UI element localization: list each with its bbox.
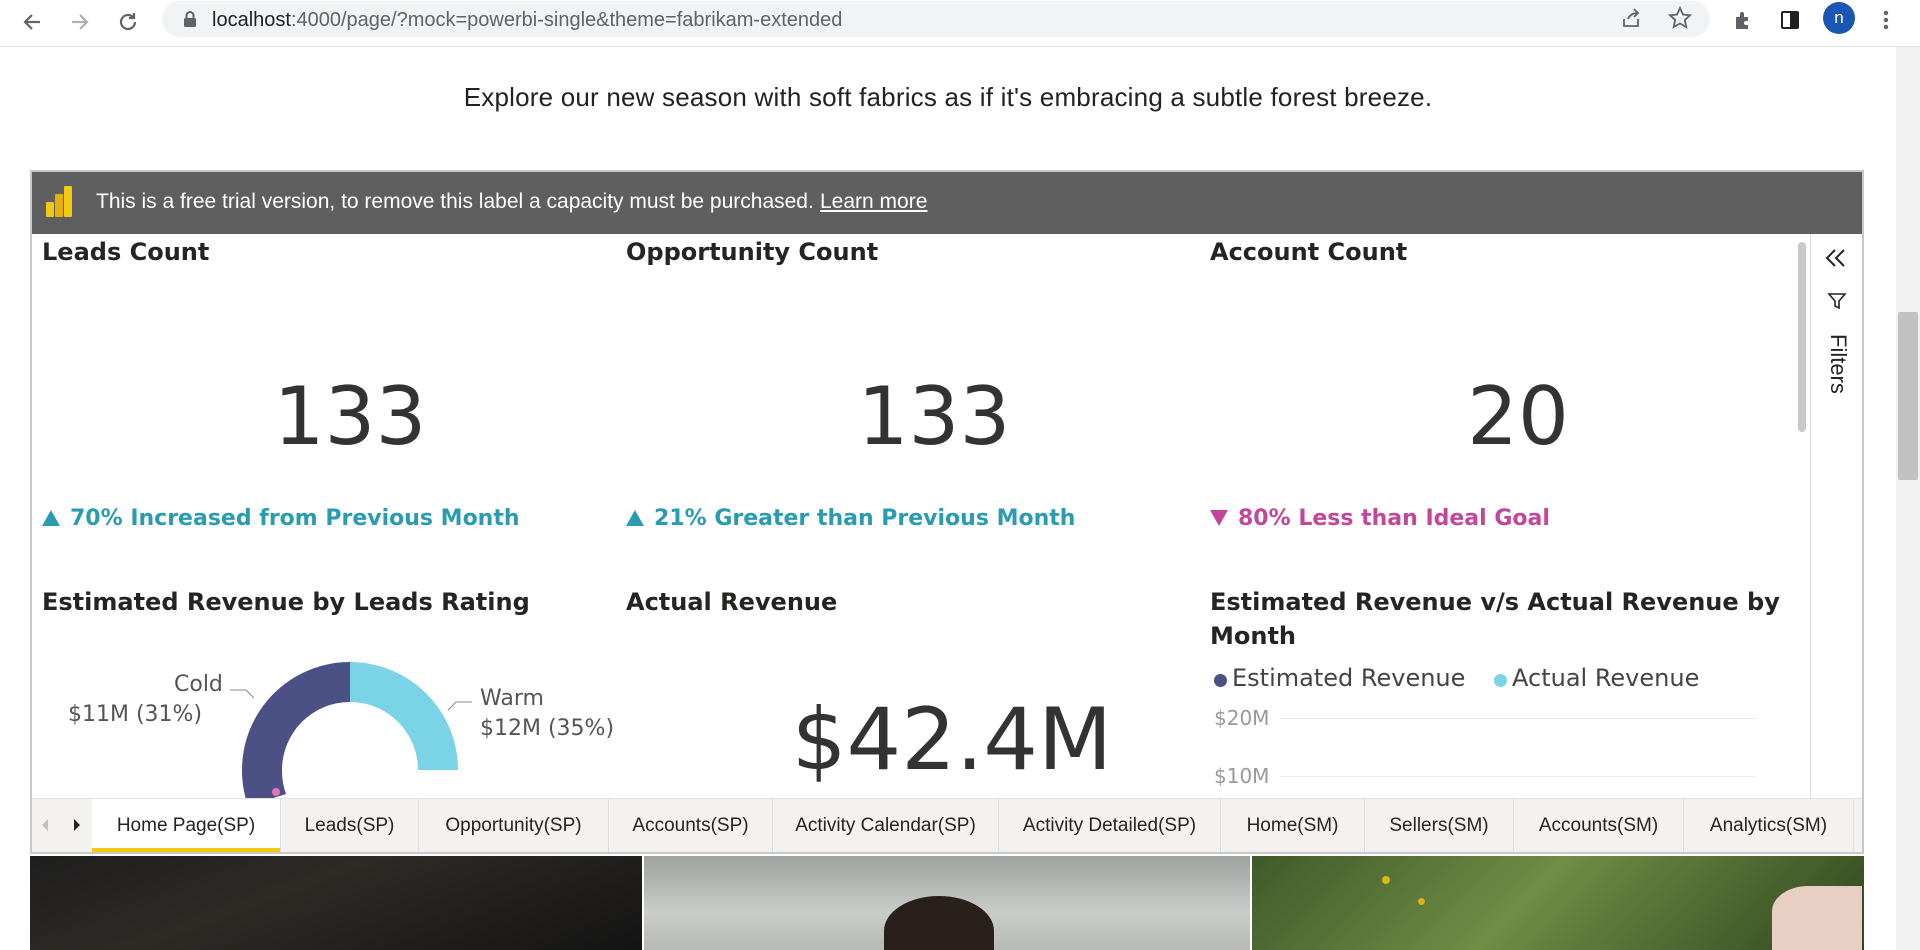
photo-portrait-hair [884, 896, 994, 950]
tab-home-sm[interactable]: Home(SM) [1221, 799, 1365, 852]
tab-analytics-sm[interactable]: Analytics(SM) [1684, 799, 1854, 852]
bookmark-star-icon[interactable] [1667, 5, 1693, 35]
warm-leader-line [447, 701, 472, 711]
collapse-double-chevron-icon[interactable] [1825, 248, 1847, 273]
page-scroll-thumb[interactable] [1898, 312, 1918, 480]
legend-dot-actual [1494, 674, 1507, 687]
learn-more-link[interactable]: Learn more [820, 190, 927, 214]
funnel-icon [1827, 292, 1847, 315]
trial-message: This is a free trial version, to remove … [96, 190, 814, 213]
url-text: localhost:4000/page/?mock=powerbi-single… [212, 9, 842, 32]
legend-estimated-revenue[interactable]: Estimated Revenue [1232, 664, 1465, 692]
triangle-down-icon [1210, 510, 1228, 526]
address-bar[interactable]: localhost:4000/page/?mock=powerbi-single… [162, 1, 1710, 37]
leads-count-title: Leads Count [42, 238, 210, 266]
report-canvas: Leads Count 133 70% Increased from Previ… [32, 234, 1810, 798]
photo-portrait [644, 856, 1250, 950]
combo-chart-title-line1: Estimated Revenue v/s Actual Revenue by [1210, 588, 1780, 616]
donut-chart[interactable] [232, 654, 472, 798]
url-host: localhost [212, 9, 291, 31]
page-scrollbar[interactable] [1896, 47, 1920, 950]
leads-count-value: 133 [273, 370, 427, 463]
tab-scroll-right-icon[interactable] [70, 817, 84, 838]
leads-trend-text: 70% Increased from Previous Month [70, 506, 520, 531]
tab-scroll-left-icon[interactable] [38, 817, 52, 838]
side-panel-icon[interactable] [1774, 4, 1806, 36]
reload-icon[interactable] [112, 6, 144, 38]
y-tick-10m: $10M [1214, 764, 1270, 788]
donut-chart-title: Estimated Revenue by Leads Rating [42, 588, 530, 616]
powerbi-logo-icon [46, 186, 72, 223]
url-path: :4000/page/?mock=powerbi-single&theme=fa… [290, 9, 843, 31]
photo-flower [1382, 876, 1390, 884]
combo-chart-title-line2: Month [1210, 622, 1297, 650]
opportunity-trend-text: 21% Greater than Previous Month [654, 506, 1076, 531]
photo-hand [1772, 886, 1862, 950]
photo-grass [1252, 856, 1864, 950]
triangle-up-icon [626, 510, 644, 526]
forward-icon[interactable] [64, 6, 96, 38]
tab-opportunity-sp[interactable]: Opportunity(SP) [419, 799, 609, 852]
account-count-value: 20 [1467, 370, 1569, 463]
actual-revenue-title: Actual Revenue [626, 588, 838, 616]
share-icon[interactable] [1620, 7, 1644, 36]
opportunity-count-title: Opportunity Count [626, 238, 879, 266]
tab-leads-sp[interactable]: Leads(SP) [281, 799, 419, 852]
account-trend-text: 80% Less than Ideal Goal [1238, 506, 1550, 531]
actual-revenue-value: $42.4M [791, 690, 1113, 790]
account-count-title: Account Count [1210, 238, 1408, 266]
donut-slice-hot-marker [272, 788, 280, 796]
y-tick-20m: $20M [1214, 706, 1270, 730]
browser-toolbar: localhost:4000/page/?mock=powerbi-single… [0, 0, 1920, 47]
photo-dark-fabric [30, 856, 642, 950]
donut-label-warm: Warm [480, 686, 544, 711]
cold-leader-line [230, 689, 255, 699]
page-tabs: Home Page(SP) Leads(SP) Opportunity(SP) … [32, 798, 1862, 852]
profile-avatar[interactable]: n [1823, 2, 1855, 34]
donut-value-cold: $11M (31%) [68, 702, 203, 727]
donut-value-warm: $12M (35%) [480, 716, 615, 741]
legend-actual-revenue[interactable]: Actual Revenue [1512, 664, 1699, 692]
tab-home-page-sp[interactable]: Home Page(SP) [92, 799, 281, 852]
back-icon[interactable] [16, 6, 48, 38]
tab-accounts-sm[interactable]: Accounts(SM) [1514, 799, 1684, 852]
lock-icon[interactable] [182, 10, 198, 33]
donut-label-cold: Cold [174, 672, 223, 697]
report-scroll-thumb[interactable] [1798, 242, 1806, 432]
tab-activity-calendar-sp[interactable]: Activity Calendar(SP) [773, 799, 999, 852]
tab-activity-detailed-sp[interactable]: Activity Detailed(SP) [999, 799, 1221, 852]
tab-sellers-sm[interactable]: Sellers(SM) [1365, 799, 1514, 852]
donut-slice-cold [242, 662, 350, 770]
donut-slice-warm [350, 662, 458, 770]
gridline [1280, 776, 1756, 777]
menu-kebab-icon[interactable] [1870, 4, 1902, 36]
legend-dot-estimated [1214, 674, 1227, 687]
page-tagline: Explore our new season with soft fabrics… [463, 82, 1433, 112]
extensions-icon[interactable] [1727, 4, 1759, 36]
filters-label[interactable]: Filters [1825, 334, 1851, 394]
opportunity-count-value: 133 [857, 370, 1011, 463]
powerbi-report: This is a free trial version, to remove … [30, 170, 1864, 854]
filters-pane[interactable]: Filters [1810, 234, 1862, 798]
tab-accounts-sp[interactable]: Accounts(SP) [609, 799, 773, 852]
trial-banner: This is a free trial version, to remove … [32, 172, 1862, 234]
gridline [1280, 718, 1756, 719]
photo-flower [1418, 898, 1425, 905]
triangle-up-icon [42, 510, 60, 526]
